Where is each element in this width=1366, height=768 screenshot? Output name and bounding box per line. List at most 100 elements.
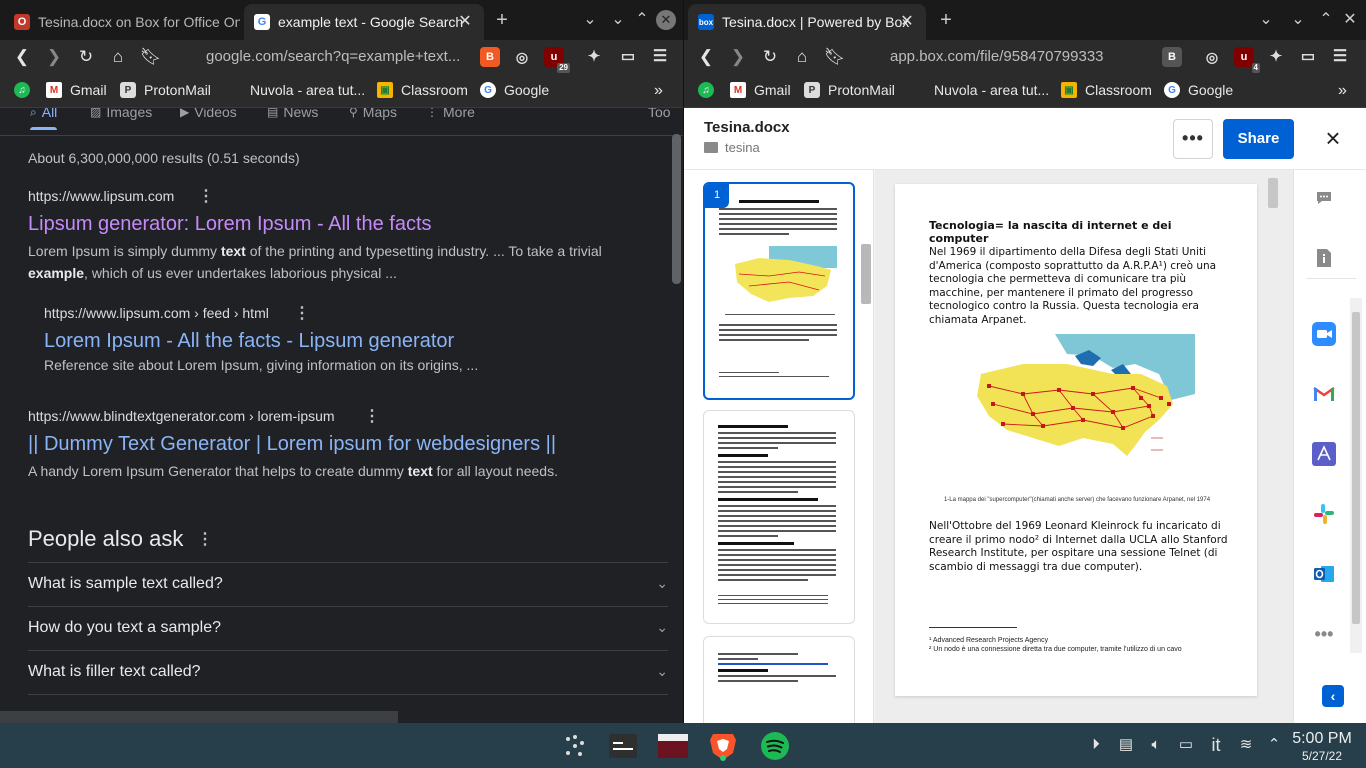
terminal-app-icon[interactable] — [608, 731, 638, 761]
result-title[interactable]: || Dummy Text Generator | Lorem ipsum fo… — [28, 433, 556, 456]
home-icon[interactable]: ⌂ — [108, 47, 128, 67]
spotify-app-icon[interactable] — [760, 731, 790, 761]
address-bar[interactable]: app.box.com/file/958470799333 — [890, 48, 1120, 65]
tab-all[interactable]: ⌕ All — [30, 108, 58, 130]
outlook-icon[interactable] — [1312, 562, 1336, 586]
media-play-icon[interactable]: ⏵ — [1086, 735, 1106, 755]
maximize-icon[interactable]: ⌃ — [632, 10, 652, 30]
page-thumbnail-2[interactable] — [703, 410, 855, 624]
menu-icon[interactable]: ☰ — [1330, 47, 1350, 67]
bookmark-google[interactable]: G Google — [480, 82, 549, 98]
address-bar[interactable]: google.com/search?q=example+text... — [206, 48, 462, 65]
share-button[interactable]: Share — [1223, 119, 1294, 159]
bookmark-icon[interactable]: 🔖︎ — [824, 47, 846, 67]
comment-icon[interactable] — [1312, 186, 1336, 210]
brave-shields-icon[interactable]: B — [480, 47, 500, 67]
result-title[interactable]: Lorem Ipsum - All the facts - Lipsum gen… — [44, 330, 454, 353]
minimize-icon[interactable]: ⌄ — [608, 10, 628, 30]
result-options-icon[interactable]: ⋮ — [198, 186, 214, 206]
result-url[interactable]: https://www.lipsum.com — [28, 188, 174, 204]
bookmark-nuvola[interactable]: Nuvola - area tut... — [934, 82, 1049, 98]
bookmark-classroom[interactable]: ▣ Classroom — [377, 82, 468, 98]
preview-scrollbar[interactable] — [1268, 178, 1278, 208]
maximize-icon[interactable]: ⌃ — [1316, 10, 1336, 30]
extensions-puzzle-icon[interactable]: ✦ — [1266, 47, 1286, 67]
result-url[interactable]: https://www.blindtextgenerator.com › lor… — [28, 408, 335, 424]
bookmarks-overflow-icon[interactable]: » — [1338, 82, 1347, 100]
wifi-icon[interactable]: ≋ — [1236, 735, 1256, 755]
menu-icon[interactable]: ☰ — [650, 47, 670, 67]
bookmark-google[interactable]: G Google — [1164, 82, 1233, 98]
wallet-icon[interactable]: ▭ — [618, 47, 638, 67]
page-thumbnail-1[interactable]: 1 — [703, 182, 855, 400]
bookmark-protonmail[interactable]: P ProtonMail — [120, 82, 211, 98]
bookmark-gmail[interactable]: M Gmail — [730, 82, 791, 98]
bookmark-nuvola[interactable]: Nuvola - area tut... — [250, 82, 365, 98]
tab-tools[interactable]: Too — [648, 108, 671, 120]
tab-google-search[interactable]: G example text - Google Search ✕ — [244, 4, 484, 40]
paa-options-icon[interactable]: ⋮ — [197, 529, 213, 549]
close-window-icon[interactable]: ✕ — [1340, 10, 1360, 30]
battery-icon[interactable]: ▭ — [1176, 735, 1196, 755]
back-icon[interactable]: ❮ — [12, 47, 32, 67]
adobe-acrobat-icon[interactable] — [1312, 442, 1336, 466]
tab-maps[interactable]: ⚲ Maps — [349, 108, 397, 120]
ublock-icon[interactable]: u 29 — [544, 47, 570, 73]
keyboard-layout[interactable]: it — [1206, 735, 1226, 755]
close-icon[interactable]: × — [1321, 125, 1345, 151]
extension-glasses-icon[interactable]: ◎ — [512, 47, 532, 67]
reload-icon[interactable]: ↻ — [76, 47, 96, 67]
result-options-icon[interactable]: ⋮ — [364, 406, 380, 426]
clock[interactable]: 5:00 PM 5/27/22 — [1286, 730, 1358, 764]
tray-expand-icon[interactable]: ⌃ — [1264, 735, 1284, 755]
close-tab-icon[interactable]: ✕ — [898, 13, 916, 31]
brave-shields-icon[interactable]: B — [1162, 47, 1182, 67]
app-launcher-icon[interactable] — [560, 731, 590, 761]
bookmark-gmail[interactable]: M Gmail — [46, 82, 107, 98]
volume-icon[interactable]: 🔈︎ — [1146, 735, 1166, 755]
clipboard-icon[interactable]: ▤ — [1116, 735, 1136, 755]
chevron-down-icon[interactable]: ⌄ — [1256, 10, 1276, 30]
tab-more[interactable]: ⋮ More — [426, 108, 475, 120]
files-app-icon[interactable] — [658, 731, 688, 761]
tab-box-office[interactable]: O Tesina.docx on Box for Office Onli — [4, 4, 240, 40]
zoom-icon[interactable] — [1312, 322, 1336, 346]
bookmark-spotify[interactable]: ♫ — [14, 82, 38, 98]
brave-browser-icon[interactable] — [708, 731, 738, 761]
vertical-scrollbar[interactable] — [672, 134, 681, 284]
home-icon[interactable]: ⌂ — [792, 47, 812, 67]
minimize-icon[interactable]: ⌄ — [1288, 10, 1308, 30]
reload-icon[interactable]: ↻ — [760, 47, 780, 67]
bookmark-icon[interactable]: 🔖︎ — [140, 47, 162, 67]
scrollbar-thumb[interactable] — [1352, 312, 1360, 624]
wallet-icon[interactable]: ▭ — [1298, 47, 1318, 67]
chevron-down-icon[interactable]: ⌄ — [580, 10, 600, 30]
gmail-icon[interactable] — [1312, 382, 1336, 406]
result-url[interactable]: https://www.lipsum.com › feed › html — [44, 305, 269, 321]
page-thumbnail-3[interactable] — [703, 636, 855, 723]
ublock-icon[interactable]: u4 — [1234, 47, 1260, 73]
forward-icon[interactable]: ❯ — [728, 47, 748, 67]
close-tab-icon[interactable]: ✕ — [456, 13, 474, 31]
slack-icon[interactable] — [1312, 502, 1336, 526]
result-title[interactable]: Lipsum generator: Lorem Ipsum - All the … — [28, 213, 432, 236]
extension-glasses-icon[interactable]: ◎ — [1202, 47, 1222, 67]
bookmarks-overflow-icon[interactable]: » — [654, 82, 663, 100]
tab-news[interactable]: ▤ News — [267, 108, 318, 120]
paa-question[interactable]: What is sample text called? ⌄ — [28, 562, 668, 606]
horizontal-scrollbar[interactable] — [0, 711, 398, 723]
result-options-icon[interactable]: ⋮ — [294, 303, 310, 323]
extensions-puzzle-icon[interactable]: ✦ — [584, 47, 604, 67]
tab-box[interactable]: box Tesina.docx | Powered by Box ✕ — [688, 4, 926, 40]
paa-question[interactable]: What is filler text called? ⌄ — [28, 650, 668, 694]
new-tab-icon[interactable]: + — [936, 10, 956, 30]
bookmark-spotify[interactable]: ♫ — [698, 82, 722, 98]
thumbnail-scrollbar[interactable] — [861, 244, 871, 304]
back-icon[interactable]: ❮ — [696, 47, 716, 67]
forward-icon[interactable]: ❯ — [44, 47, 64, 67]
file-info-icon[interactable] — [1312, 246, 1336, 270]
bookmark-protonmail[interactable]: P ProtonMail — [804, 82, 895, 98]
folder-breadcrumb[interactable]: tesina — [704, 140, 760, 155]
more-options-button[interactable]: ••• — [1173, 119, 1213, 159]
bookmark-classroom[interactable]: ▣ Classroom — [1061, 82, 1152, 98]
